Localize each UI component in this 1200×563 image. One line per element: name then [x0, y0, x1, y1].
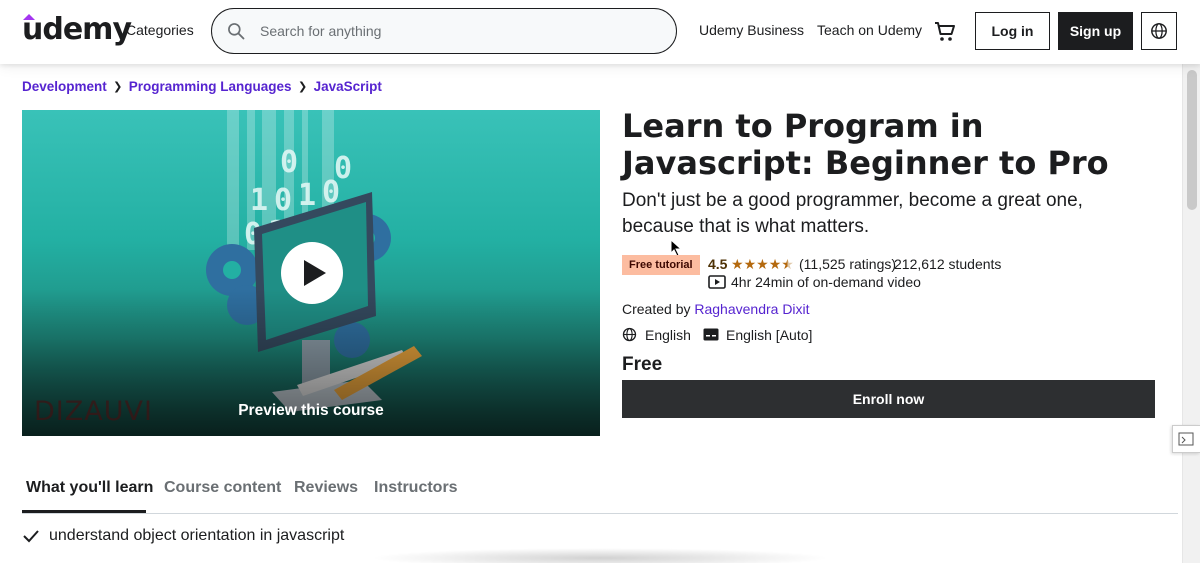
ratings-count-link[interactable]: (11,525 ratings)	[799, 256, 896, 272]
chevron-right-icon: ❯	[113, 81, 123, 93]
course-subtitle: Don't just be a good programmer, become …	[622, 190, 1083, 237]
tab-what-youll-learn[interactable]: What you'll learn	[26, 479, 153, 497]
breadcrumb: Development ❯ Programming Languages ❯ Ja…	[22, 79, 382, 94]
video-length: 4hr 24min of on-demand video	[731, 274, 921, 290]
teach-on-udemy-link[interactable]: Teach on Udemy	[817, 22, 922, 38]
star-icon: ★	[731, 256, 744, 272]
search-icon[interactable]	[226, 21, 246, 41]
categories-link[interactable]: Categories	[126, 22, 194, 38]
course-price: Free	[622, 354, 663, 375]
created-by: Created by Raghavendra Dixit	[622, 301, 810, 317]
course-tabs: What you'll learn Course content Reviews…	[22, 470, 1178, 514]
page-scrollbar[interactable]	[1182, 64, 1200, 563]
search-input[interactable]	[260, 9, 660, 53]
globe-icon	[1151, 23, 1167, 39]
search-bar[interactable]	[211, 8, 677, 54]
breadcrumb-development[interactable]: Development	[22, 79, 107, 94]
course-preview[interactable]: 0 0 1 0 1 0 0 1 0 0 1	[22, 110, 600, 436]
scrollbar-thumb[interactable]	[1187, 70, 1197, 210]
star-icon: ★	[756, 256, 769, 272]
signup-button[interactable]: Sign up	[1058, 12, 1133, 50]
preview-course-label[interactable]: Preview this course	[22, 402, 600, 420]
course-language: English	[645, 327, 691, 343]
students-count: 212,612 students	[894, 256, 1002, 272]
course-captions: English [Auto]	[726, 327, 813, 343]
half-star-icon: ★	[781, 256, 794, 272]
top-navbar: udemy Categories Udemy Business Teach on…	[0, 0, 1200, 64]
star-icon: ★	[768, 256, 782, 272]
play-button[interactable]	[281, 242, 343, 304]
closed-captions-icon	[703, 328, 719, 341]
active-tab-indicator	[22, 510, 146, 513]
udemy-logo[interactable]: udemy	[22, 12, 132, 47]
side-widget-tab[interactable]	[1172, 425, 1200, 453]
login-button[interactable]: Log in	[975, 12, 1050, 50]
tab-instructors[interactable]: Instructors	[374, 479, 458, 497]
checkmark-icon	[23, 530, 39, 543]
learn-item-text: understand object orientation in javascr…	[49, 527, 345, 544]
play-icon	[304, 260, 326, 286]
learn-list-item: understand object orientation in javascr…	[22, 527, 344, 545]
udemy-business-link[interactable]: Udemy Business	[699, 22, 804, 38]
floating-panel-shadow	[370, 548, 830, 563]
globe-icon	[622, 327, 637, 342]
enroll-now-button[interactable]: Enroll now	[622, 380, 1155, 418]
expand-icon	[1178, 432, 1194, 446]
breadcrumb-javascript[interactable]: JavaScript	[314, 79, 382, 94]
free-tutorial-badge: Free tutorial	[622, 255, 700, 275]
tab-course-content[interactable]: Course content	[164, 479, 281, 497]
rating-value: 4.5	[708, 256, 728, 272]
chevron-right-icon: ❯	[297, 81, 308, 93]
author-link[interactable]: Raghavendra Dixit	[694, 301, 809, 317]
cart-icon[interactable]	[933, 20, 957, 44]
rating-stars: ★ ★ ★ ★ ★	[731, 256, 794, 272]
video-icon	[708, 275, 726, 289]
language-button[interactable]	[1141, 12, 1177, 50]
star-icon: ★	[743, 256, 757, 272]
course-title: Learn to Program in Javascript: Beginner…	[622, 107, 1109, 182]
tab-reviews[interactable]: Reviews	[294, 479, 358, 497]
created-by-label: Created by	[622, 301, 691, 317]
breadcrumb-programming-languages[interactable]: Programming Languages	[129, 79, 292, 94]
